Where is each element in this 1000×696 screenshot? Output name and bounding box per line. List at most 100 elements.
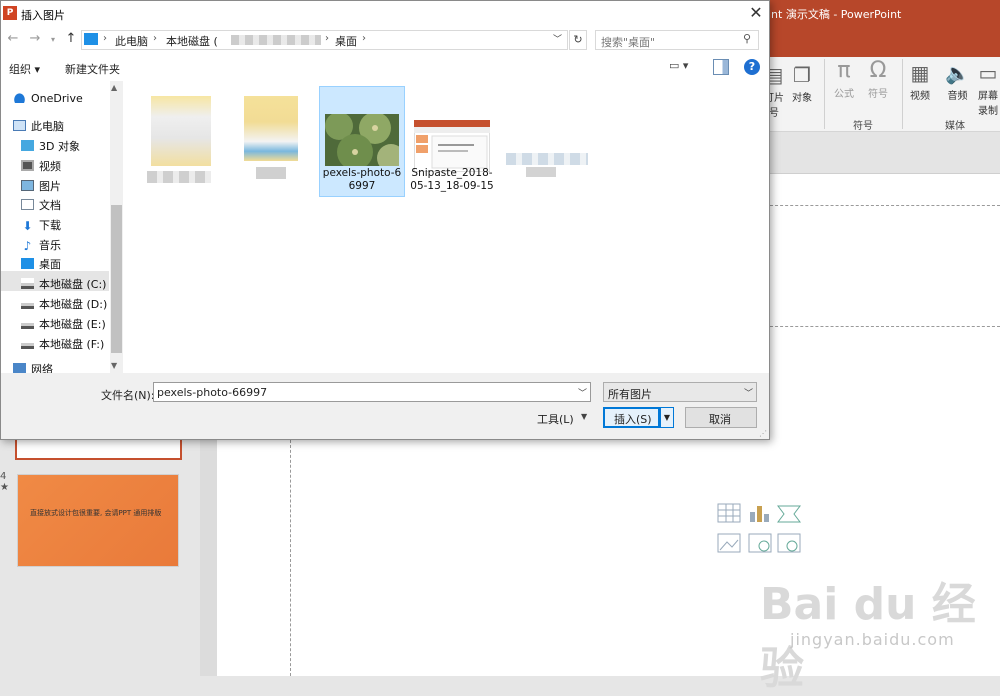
cancel-button-label: 取消	[709, 413, 731, 426]
new-folder-button[interactable]: 新建文件夹	[65, 61, 120, 77]
tree-item-drive-c[interactable]: 本地磁盘 (C:)	[21, 276, 106, 292]
video-label: 视频	[910, 91, 930, 102]
blurred-folder-icon[interactable]	[151, 96, 211, 166]
table-icon[interactable]	[717, 503, 741, 523]
address-dropdown-chevron-icon[interactable]: ﹀	[553, 32, 562, 45]
blurred-breadcrumb	[231, 35, 321, 45]
screen-record-label-2: 录制	[978, 106, 998, 117]
scroll-down-arrow-icon[interactable]: ▼	[111, 361, 117, 370]
film-icon: ▦	[910, 61, 930, 85]
blurred-file-label[interactable]	[506, 153, 588, 165]
blurred-file-label	[256, 167, 286, 179]
audio-button[interactable]: 🔈 音频	[945, 61, 970, 102]
breadcrumb-this-pc[interactable]: 此电脑	[115, 33, 148, 49]
insert-options-chevron-icon[interactable]: ▼	[660, 407, 674, 428]
slide-thumbnail-4[interactable]	[17, 474, 179, 567]
cactus-thumbnail-image	[325, 114, 399, 166]
resize-grip-icon[interactable]: ⋰	[759, 429, 767, 438]
file-item-pexels-label: pexels-photo-6 6997	[322, 167, 402, 192]
screen-record-label: 屏幕	[978, 91, 998, 102]
speaker-icon: 🔈	[945, 61, 970, 85]
tree-item-drive-e[interactable]: 本地磁盘 (E:)	[21, 316, 106, 332]
close-button[interactable]: ✕	[745, 3, 767, 23]
help-icon[interactable]: ?	[744, 59, 760, 75]
tools-chevron-down-icon[interactable]: ▼	[581, 412, 587, 421]
video-insert-icon[interactable]	[777, 533, 801, 553]
tree-item-3d-objects[interactable]: 3D 对象	[21, 138, 80, 154]
object-button[interactable]: ❐ 对象	[792, 63, 812, 104]
music-icon: ♪	[23, 239, 32, 253]
breadcrumb-local-disk[interactable]: 本地磁盘 (	[166, 33, 218, 49]
view-options-icon[interactable]: ▭ ▾	[669, 59, 699, 75]
breadcrumb-separator: ›	[153, 33, 157, 44]
slide-thumbnail-3[interactable]	[15, 440, 182, 460]
picture-icon[interactable]	[717, 533, 741, 553]
up-arrow-icon[interactable]: ↑	[63, 31, 79, 49]
slide-number-label-2: 号	[769, 108, 779, 119]
drive-icon	[21, 338, 34, 349]
tools-button[interactable]: 工具(L)	[537, 411, 574, 427]
placeholder-border	[290, 440, 291, 676]
ppt-window-title: int 演示文稿 - PowerPoint	[768, 8, 902, 21]
scroll-up-arrow-icon[interactable]: ▲	[111, 83, 117, 92]
chart-icon[interactable]	[750, 506, 769, 522]
star-icon: ★	[0, 482, 9, 493]
object-icon: ❐	[793, 63, 811, 87]
omega-icon: Ω	[869, 58, 887, 83]
tree-item-drive-d[interactable]: 本地磁盘 (D:)	[21, 296, 107, 312]
ribbon-separator	[902, 59, 903, 129]
breadcrumb-separator: ›	[325, 33, 329, 44]
breadcrumb-desktop[interactable]: 桌面	[335, 33, 357, 49]
drive-icon	[21, 278, 34, 289]
tree-item-onedrive[interactable]: OneDrive	[13, 92, 83, 105]
object-label: 对象	[792, 93, 812, 104]
onedrive-icon	[13, 92, 26, 103]
pc-icon	[13, 120, 26, 131]
equation-label: 公式	[834, 89, 854, 100]
search-placeholder: 搜索"桌面"	[601, 36, 656, 49]
smartart-icon[interactable]	[777, 505, 801, 523]
preview-pane-icon[interactable]	[713, 59, 729, 75]
slide-thumbnail-text: 直接放式设计包很重要, 会请PPT 通用排版	[30, 509, 162, 517]
document-icon	[21, 199, 34, 210]
tree-item-music[interactable]: ♪ 音乐	[21, 237, 61, 253]
online-picture-icon[interactable]	[748, 533, 772, 553]
dialog-titlebar[interactable]	[1, 1, 769, 27]
screen-record-button[interactable]: ▭ 屏幕 录制	[978, 61, 998, 117]
ribbon-separator	[824, 59, 825, 129]
file-type-filter-value: 所有图片	[608, 388, 652, 401]
filename-dropdown-chevron-icon[interactable]: ﹀	[578, 386, 587, 399]
forward-arrow-icon[interactable]: →	[27, 31, 43, 49]
search-icon[interactable]: ⚲	[743, 32, 751, 45]
tree-item-this-pc[interactable]: 此电脑	[13, 118, 64, 134]
back-arrow-icon[interactable]: ←	[5, 31, 21, 49]
organize-button[interactable]: 组织 ▾	[9, 61, 40, 77]
tree-item-pictures[interactable]: 图片	[21, 178, 61, 194]
recent-locations-chevron-icon[interactable]: ▾	[45, 35, 61, 53]
screen-record-icon: ▭	[978, 61, 998, 85]
dialog-title: 插入图片	[21, 9, 65, 22]
video-icon	[21, 160, 34, 171]
equation-button[interactable]: π 公式	[834, 58, 854, 101]
picture-icon	[21, 180, 34, 191]
tree-item-documents[interactable]: 文档	[21, 197, 61, 213]
pi-icon: π	[837, 58, 851, 83]
download-icon: ⬇	[22, 219, 33, 233]
filter-chevron-down-icon[interactable]: ﹀	[744, 386, 753, 399]
filename-label: 文件名(N):	[101, 389, 155, 402]
blurred-file-label	[526, 167, 556, 177]
blurred-folder-icon[interactable]	[244, 96, 298, 161]
placeholder-border	[770, 326, 1000, 327]
symbol-label: 符号	[868, 89, 888, 100]
filename-value: pexels-photo-66997	[157, 386, 268, 399]
refresh-icon[interactable]: ↻	[569, 30, 587, 50]
insert-button-label: 插入(S)	[614, 413, 652, 426]
tree-item-downloads[interactable]: ⬇ 下载	[21, 217, 61, 233]
video-button[interactable]: ▦ 视频	[910, 61, 930, 102]
tree-scrollbar-thumb[interactable]	[111, 205, 122, 353]
symbol-button[interactable]: Ω 符号	[868, 58, 888, 101]
tree-item-desktop[interactable]: 桌面	[21, 256, 61, 272]
tree-item-videos[interactable]: 视频	[21, 158, 61, 174]
tree-item-drive-f[interactable]: 本地磁盘 (F:)	[21, 336, 104, 352]
group-symbols-label: 符号	[853, 121, 873, 132]
